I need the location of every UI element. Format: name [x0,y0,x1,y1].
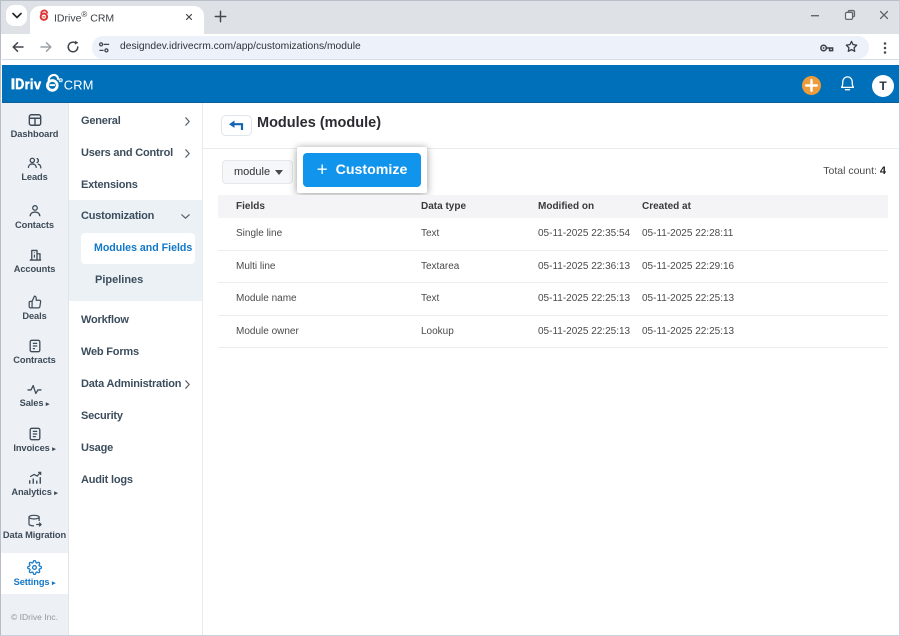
svg-text:CRM: CRM [64,78,94,93]
